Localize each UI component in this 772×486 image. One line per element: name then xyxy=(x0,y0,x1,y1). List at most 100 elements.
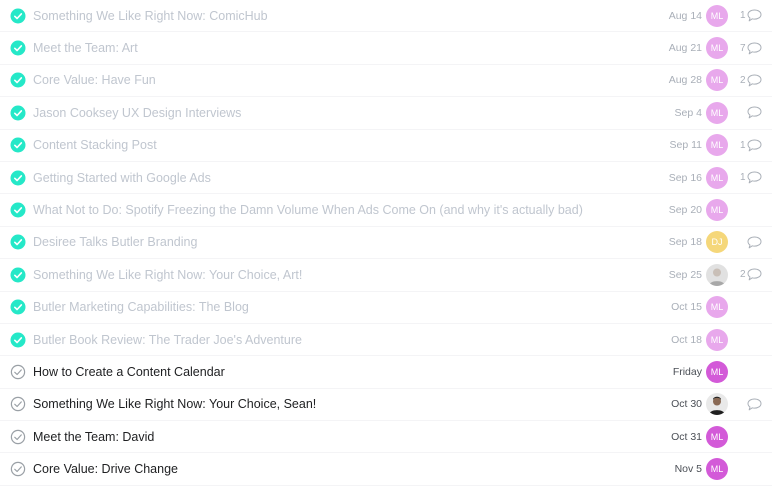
assignee-avatar[interactable]: ML xyxy=(706,458,728,481)
comments-indicator[interactable] xyxy=(747,106,762,120)
completed-check-icon[interactable] xyxy=(10,332,26,348)
comment-icon xyxy=(747,106,762,119)
avatar-initials: ML xyxy=(710,205,724,216)
due-date[interactable]: Sep 20 xyxy=(669,204,702,216)
task-row[interactable]: Something We Like Right Now: Your Choice… xyxy=(0,259,772,292)
task-title[interactable]: Getting Started with Google Ads xyxy=(33,171,211,185)
task-row[interactable]: Content Stacking Post Sep 11 ML 1 xyxy=(0,130,772,162)
due-date[interactable]: Sep 16 xyxy=(669,172,702,184)
comment-icon xyxy=(747,398,762,411)
completed-check-icon[interactable] xyxy=(10,234,26,250)
incomplete-check-icon[interactable] xyxy=(10,396,26,412)
task-title[interactable]: Meet the Team: Art xyxy=(33,41,138,55)
avatar-initials: ML xyxy=(710,464,724,475)
assignee-avatar[interactable] xyxy=(706,393,728,416)
assignee-avatar[interactable]: DJ xyxy=(706,231,728,254)
task-row[interactable]: How to Create a Content Calendar Friday ML xyxy=(0,356,772,389)
avatar-initials: ML xyxy=(710,431,724,442)
completed-check-icon[interactable] xyxy=(10,8,26,24)
task-row[interactable]: Butler Marketing Capabilities: The Blog O… xyxy=(0,292,772,324)
task-row[interactable]: Meet the Team: Art Aug 21 ML 7 xyxy=(0,32,772,65)
due-date[interactable]: Oct 31 xyxy=(671,431,702,443)
comments-indicator[interactable]: 1 xyxy=(740,138,762,152)
task-row[interactable]: Core Value: Have Fun Aug 28 ML 2 xyxy=(0,65,772,98)
due-date[interactable]: Oct 30 xyxy=(671,398,702,410)
avatar-initials: ML xyxy=(710,302,724,313)
due-date[interactable]: Nov 5 xyxy=(675,463,702,475)
assignee-avatar[interactable]: ML xyxy=(706,360,728,383)
due-date[interactable]: Aug 28 xyxy=(669,74,702,86)
completed-check-icon[interactable] xyxy=(10,40,26,56)
assignee-avatar[interactable]: ML xyxy=(706,69,728,92)
task-row[interactable]: Something We Like Right Now: ComicHub Aug… xyxy=(0,0,772,33)
incomplete-check-icon[interactable] xyxy=(10,461,26,477)
task-title[interactable]: Core Value: Have Fun xyxy=(33,73,156,87)
due-date[interactable]: Sep 18 xyxy=(669,236,702,248)
task-row[interactable]: Meet the Team: David Oct 31 ML xyxy=(0,421,772,454)
avatar-initials: DJ xyxy=(711,237,723,248)
comments-indicator[interactable]: 1 xyxy=(740,171,762,185)
task-row[interactable]: Jason Cooksey UX Design Interviews Sep 4 M… xyxy=(0,97,772,130)
comments-indicator[interactable]: 2 xyxy=(740,268,762,282)
comment-icon xyxy=(747,74,762,87)
assignee-avatar[interactable]: ML xyxy=(706,101,728,124)
task-row[interactable]: Butler Book Review: The Trader Joe's Adv… xyxy=(0,324,772,357)
comment-count: 7 xyxy=(740,42,746,54)
comment-icon xyxy=(747,42,762,55)
due-date[interactable]: Oct 15 xyxy=(671,301,702,313)
due-date[interactable]: Oct 18 xyxy=(671,334,702,346)
assignee-avatar[interactable]: ML xyxy=(706,199,728,222)
task-title[interactable]: Something We Like Right Now: Your Choice… xyxy=(33,397,316,411)
task-row[interactable]: Getting Started with Google Ads Sep 16 ML 1 xyxy=(0,162,772,195)
incomplete-check-icon[interactable] xyxy=(10,429,26,445)
comment-icon xyxy=(747,9,762,22)
due-date[interactable]: Friday xyxy=(673,366,702,378)
due-date[interactable]: Sep 25 xyxy=(669,269,702,281)
task-title[interactable]: Something We Like Right Now: ComicHub xyxy=(33,9,268,23)
completed-check-icon[interactable] xyxy=(10,267,26,283)
assignee-avatar[interactable]: ML xyxy=(706,296,728,319)
task-title[interactable]: Meet the Team: David xyxy=(33,430,154,444)
task-title[interactable]: Core Value: Drive Change xyxy=(33,462,178,476)
avatar-initials: ML xyxy=(710,10,724,21)
comments-indicator[interactable]: 1 xyxy=(740,9,762,23)
assignee-avatar[interactable]: ML xyxy=(706,4,728,27)
task-row[interactable]: What Not to Do: Spotify Freezing the Dam… xyxy=(0,194,772,227)
task-row[interactable]: Desiree Talks Butler Branding Sep 18 DJ xyxy=(0,227,772,260)
task-row[interactable]: Core Value: Drive Change Nov 5 ML xyxy=(0,453,772,486)
comment-count: 2 xyxy=(740,74,746,86)
incomplete-check-icon[interactable] xyxy=(10,364,26,380)
assignee-avatar[interactable]: ML xyxy=(706,37,728,60)
completed-check-icon[interactable] xyxy=(10,105,26,121)
comment-count: 1 xyxy=(740,139,746,151)
assignee-avatar[interactable]: ML xyxy=(706,425,728,448)
assignee-avatar[interactable]: ML xyxy=(706,166,728,189)
task-title[interactable]: Content Stacking Post xyxy=(33,138,157,152)
completed-check-icon[interactable] xyxy=(10,72,26,88)
avatar-initials: ML xyxy=(710,334,724,345)
completed-check-icon[interactable] xyxy=(10,137,26,153)
completed-check-icon[interactable] xyxy=(10,202,26,218)
task-row[interactable]: Something We Like Right Now: Your Choice… xyxy=(0,389,772,422)
task-title[interactable]: Jason Cooksey UX Design Interviews xyxy=(33,106,241,120)
comments-indicator[interactable] xyxy=(747,235,762,249)
completed-check-icon[interactable] xyxy=(10,170,26,186)
task-title[interactable]: What Not to Do: Spotify Freezing the Dam… xyxy=(33,203,583,217)
comments-indicator[interactable]: 7 xyxy=(740,41,762,55)
due-date[interactable]: Sep 11 xyxy=(670,139,703,151)
task-title[interactable]: Butler Book Review: The Trader Joe's Adv… xyxy=(33,333,302,347)
task-title[interactable]: Butler Marketing Capabilities: The Blog xyxy=(33,300,249,314)
comments-indicator[interactable] xyxy=(747,397,762,411)
due-date[interactable]: Sep 4 xyxy=(675,107,702,119)
task-title[interactable]: Something We Like Right Now: Your Choice… xyxy=(33,268,302,282)
completed-check-icon[interactable] xyxy=(10,299,26,315)
avatar-initials: ML xyxy=(710,75,724,86)
task-title[interactable]: Desiree Talks Butler Branding xyxy=(33,235,197,249)
due-date[interactable]: Aug 14 xyxy=(669,10,702,22)
assignee-avatar[interactable] xyxy=(706,263,728,286)
assignee-avatar[interactable]: ML xyxy=(706,134,728,157)
comments-indicator[interactable]: 2 xyxy=(740,73,762,87)
due-date[interactable]: Aug 21 xyxy=(669,42,702,54)
task-title[interactable]: How to Create a Content Calendar xyxy=(33,365,225,379)
assignee-avatar[interactable]: ML xyxy=(706,328,728,351)
